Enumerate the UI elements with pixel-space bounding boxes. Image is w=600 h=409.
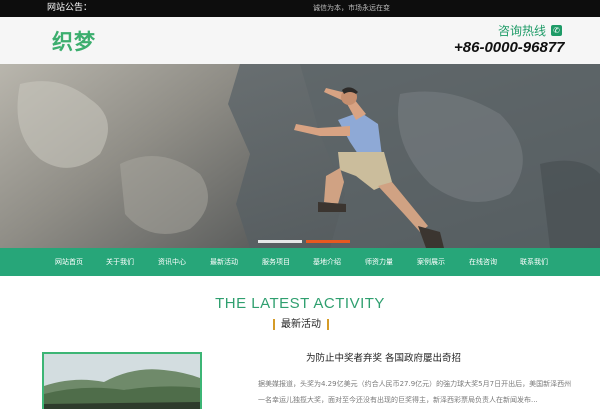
article-thumbnail[interactable] <box>42 352 202 409</box>
site-header: 织梦 咨询热线 ✆ +86-0000-96877 <box>0 17 600 64</box>
nav-item-contact[interactable]: 联系我们 <box>520 248 548 276</box>
thumbnail-image <box>44 354 200 409</box>
section-title: THE LATEST ACTIVITY <box>215 295 385 312</box>
banner-image <box>0 64 600 248</box>
nav-item-teachers[interactable]: 师资力量 <box>365 248 393 276</box>
hero-banner[interactable] <box>0 64 600 248</box>
nav-item-consult[interactable]: 在线咨询 <box>469 248 497 276</box>
section-subtitle: 最新活动 <box>281 319 321 330</box>
nav-item-cases[interactable]: 案例展示 <box>417 248 445 276</box>
notice-label: 网站公告： <box>47 3 93 13</box>
section-subtitle-wrap: 最新活动 <box>270 317 332 332</box>
slide-indicators <box>258 240 350 244</box>
article-summary: 据美媒报道，头奖为4.29亿美元（约合人民币27.9亿元）的強力球大奖5月7日开… <box>258 376 572 408</box>
article-summary-line: 据美媒报道，头奖为4.29亿美元（约合人民币27.9亿元）的強力球大奖5月7日开… <box>258 380 572 388</box>
article-title[interactable]: 为防止中奖者弃奖 各国政府屡出奇招 <box>306 353 461 365</box>
main-nav: 网站首页 关于我们 资讯中心 最新活动 服务项目 基地介绍 师资力量 案例展示 … <box>0 248 600 276</box>
nav-item-news[interactable]: 资讯中心 <box>158 248 186 276</box>
site-logo[interactable]: 织梦 <box>52 26 96 56</box>
slide-dot[interactable] <box>258 240 302 243</box>
phone-icon: ✆ <box>551 25 562 36</box>
subtitle-bar-right <box>327 319 329 330</box>
slide-dot-active[interactable] <box>306 240 350 243</box>
notice-text[interactable]: 诚信为本，市场永远在变 <box>313 3 390 13</box>
notice-bar: 网站公告： 诚信为本，市场永远在变 <box>0 0 600 17</box>
article-summary-line: 一名幸运儿独揽大奖，面对至今还没有出现的巨奖得主，新泽西彩票局负责人在新闻发布.… <box>258 396 538 404</box>
nav-item-base[interactable]: 基地介绍 <box>313 248 341 276</box>
nav-item-services[interactable]: 服务项目 <box>262 248 290 276</box>
nav-item-home[interactable]: 网站首页 <box>55 248 83 276</box>
nav-item-about[interactable]: 关于我们 <box>106 248 134 276</box>
nav-item-activities[interactable]: 最新活动 <box>210 248 238 276</box>
hotline-number: +86-0000-96877 <box>454 39 565 56</box>
hotline-label: 咨询热线 <box>498 24 547 38</box>
